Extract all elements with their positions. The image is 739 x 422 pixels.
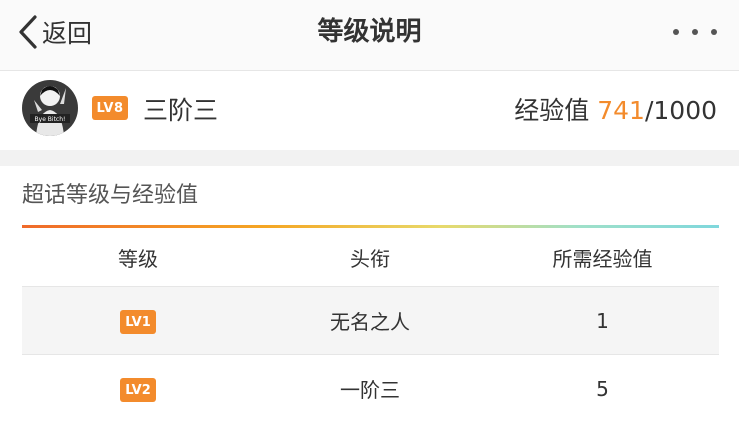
- avatar-caption: Bye Bitch!: [35, 116, 66, 123]
- table-header: 等级 头衔 所需经验值: [22, 229, 719, 285]
- more-dot-icon: [711, 29, 717, 35]
- more-dot-icon: [692, 29, 698, 35]
- avatar[interactable]: Bye Bitch!: [22, 80, 78, 136]
- level-badge: LV1: [120, 310, 156, 335]
- table-cell-level: LV1: [22, 307, 254, 335]
- table-cell-exp: 1: [596, 308, 609, 333]
- experience-label: 经验值: [514, 96, 590, 125]
- more-dot-icon: [673, 29, 679, 35]
- navigation-bar: 返回 等级说明: [0, 0, 739, 71]
- section-title: 超话等级与经验值: [22, 183, 199, 208]
- level-badge: LV8: [92, 96, 128, 120]
- experience-total: /1000: [644, 96, 717, 125]
- table-cell-exp: 5: [596, 376, 609, 401]
- table-cell-title: 一阶三: [340, 378, 400, 402]
- chevron-left-icon: [19, 15, 37, 49]
- page-title: 等级说明: [317, 17, 422, 47]
- header-required-exp: 所需经验值: [552, 246, 653, 271]
- level-name: 三阶三: [143, 96, 219, 125]
- user-level-summary: Bye Bitch! LV8 三阶三 经验值 741/1000: [0, 71, 739, 150]
- experience-current: 741: [597, 96, 645, 125]
- header-level: 等级: [118, 246, 158, 271]
- level-badge: LV2: [120, 378, 156, 403]
- experience-readout: 经验值 741/1000: [514, 91, 717, 127]
- header-title: 头衔: [350, 246, 390, 271]
- gradient-divider: [22, 225, 719, 228]
- avatar-image: Bye Bitch!: [22, 80, 78, 136]
- back-button[interactable]: 返回: [18, 12, 92, 52]
- more-button[interactable]: [673, 24, 717, 40]
- table-row: LV2 一阶三 5: [22, 355, 719, 422]
- table-cell-title: 无名之人: [330, 310, 410, 334]
- back-label: 返回: [42, 19, 93, 48]
- section-divider: [0, 150, 739, 166]
- table-row: LV1 无名之人 1: [22, 287, 719, 354]
- table-cell-level: LV2: [22, 375, 254, 403]
